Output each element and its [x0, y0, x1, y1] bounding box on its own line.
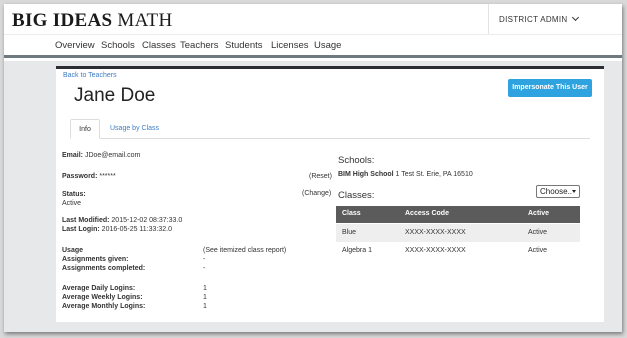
nav-item-overview[interactable]: Overview — [55, 40, 95, 51]
back-to-teachers-link[interactable]: Back to Teachers — [63, 72, 117, 79]
assignments-given-label: Assignments given: — [62, 256, 129, 263]
brand-logo-light: MATH — [112, 10, 173, 31]
column-header-class: Class — [342, 210, 361, 217]
classes-table-header: Class Access Code Active — [336, 206, 580, 223]
account-menu-label: DISTRICT ADMIN — [499, 15, 568, 24]
tab-info[interactable]: Info — [70, 119, 100, 139]
teacher-detail-panel: Back to Teachers Jane Doe Impersonate Th… — [56, 66, 604, 322]
tab-usage-by-class[interactable]: Usage by Class — [108, 119, 159, 139]
nav-item-usage[interactable]: Usage — [314, 40, 341, 51]
column-header-active: Active — [528, 210, 550, 217]
nav-item-teachers[interactable]: Teachers — [180, 40, 219, 51]
column-header-access-code: Access Code — [405, 210, 449, 217]
password-label: Password: — [62, 173, 98, 180]
last-login-row: Last Login: 2016-05-25 11:33:32.0 — [62, 226, 172, 233]
assignments-completed-label: Assignments completed: — [62, 265, 146, 272]
tab-bar: Info Usage by Class — [70, 119, 590, 139]
table-row: Blue XXXX-XXXX-XXXX Active — [336, 224, 580, 242]
avg-daily-logins-value: 1 — [203, 285, 207, 292]
avg-weekly-logins-value: 1 — [203, 294, 207, 301]
avg-daily-logins-label: Average Daily Logins: — [62, 285, 136, 292]
change-status-link[interactable]: (Change) — [302, 190, 331, 197]
chevron-down-icon — [571, 13, 579, 22]
last-modified-row: Last Modified: 2015-12-02 08:37:33.0 — [62, 217, 182, 224]
brand-logo[interactable]: BIG IDEAS MATH — [12, 10, 172, 32]
avg-monthly-logins-value: 1 — [203, 303, 207, 310]
status-label: Status: — [62, 191, 86, 198]
access-code: XXXX-XXXX-XXXX — [405, 229, 466, 236]
password-row: Password: ****** — [62, 173, 116, 180]
last-modified-value: 2015-12-02 08:37:33.0 — [111, 217, 183, 224]
account-menu[interactable]: DISTRICT ADMIN — [488, 4, 622, 34]
page-title: Jane Doe — [74, 85, 156, 106]
class-link[interactable]: Algebra 1 — [342, 247, 372, 254]
table-row: Algebra 1 XXXX-XXXX-XXXX Active — [336, 242, 580, 260]
app-window: BIG IDEAS MATH DISTRICT ADMIN Overview S… — [4, 4, 622, 332]
choose-class-select[interactable]: Choose.. — [536, 185, 580, 198]
schools-heading: Schools: — [338, 155, 375, 166]
nav-item-schools[interactable]: Schools — [101, 40, 135, 51]
nav-item-classes[interactable]: Classes — [142, 40, 176, 51]
email-row: Email: JDoe@email.com — [62, 152, 140, 159]
school-row: BIM High School 1 Test St. Erie, PA 1651… — [338, 171, 473, 178]
access-code: XXXX-XXXX-XXXX — [405, 247, 466, 254]
screenshot-frame: BIG IDEAS MATH DISTRICT ADMIN Overview S… — [0, 0, 627, 338]
dropdown-arrow-icon — [572, 190, 576, 193]
email-value: JDoe@email.com — [84, 152, 141, 159]
itemized-class-report-link[interactable]: (See itemized class report) — [203, 247, 286, 254]
classes-heading: Classes: — [338, 190, 375, 201]
active-status: Active — [528, 229, 548, 236]
last-login-label: Last Login: — [62, 226, 100, 233]
last-modified-label: Last Modified: — [62, 217, 110, 224]
nav-item-students[interactable]: Students — [225, 40, 263, 51]
avg-weekly-logins-label: Average Weekly Logins: — [62, 294, 143, 301]
assignments-completed-value: - — [203, 265, 206, 272]
main-nav: Overview Schools Classes Teachers Studen… — [4, 34, 622, 58]
nav-item-licenses[interactable]: Licenses — [271, 40, 309, 51]
top-bar: BIG IDEAS MATH DISTRICT ADMIN — [4, 4, 622, 34]
usage-label: Usage — [62, 247, 84, 254]
impersonate-user-button[interactable]: Impersonate This User — [508, 79, 592, 97]
school-address: 1 Test St. Erie, PA 16510 — [393, 171, 473, 178]
choose-class-select-value: Choose.. — [540, 187, 573, 196]
last-login-value: 2016-05-25 11:33:32.0 — [101, 226, 172, 233]
school-name: BIM High School — [338, 171, 394, 178]
password-value: ****** — [99, 173, 116, 180]
email-label: Email: — [62, 152, 84, 159]
status-value: Active — [62, 200, 82, 207]
class-link[interactable]: Blue — [342, 229, 356, 236]
assignments-given-value: - — [203, 256, 206, 263]
brand-logo-bold: BIG IDEAS — [12, 10, 113, 31]
reset-password-link[interactable]: (Reset) — [309, 173, 332, 180]
active-status: Active — [528, 247, 548, 254]
avg-monthly-logins-label: Average Monthly Logins: — [62, 303, 146, 310]
